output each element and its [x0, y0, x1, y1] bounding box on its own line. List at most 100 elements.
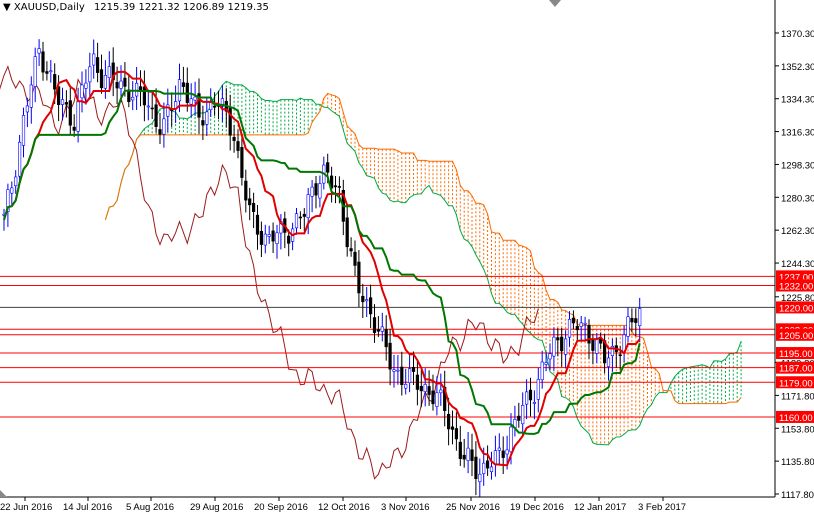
candle-body [119, 80, 123, 89]
x-tick-label: 29 Aug 2016 [190, 502, 243, 513]
candle-body [201, 120, 205, 126]
candle-body [298, 216, 303, 219]
candle-body [252, 202, 256, 212]
candle-body [263, 233, 267, 246]
candle-body [92, 53, 96, 66]
candle-body [505, 449, 509, 455]
candle-body [470, 449, 474, 461]
candle-body [88, 66, 92, 83]
candle-body [236, 141, 240, 151]
candle-body [575, 326, 579, 331]
level-price-label: 1232.00 [779, 281, 813, 292]
chart-window[interactable]: 1370.30 1352.30 1334.30 1316.30 1298.30 1280.… [0, 0, 814, 514]
y-tick-label: 1117.80 [781, 490, 814, 501]
candle-body [146, 105, 150, 108]
candle-body [177, 79, 182, 102]
candle-body [638, 308, 642, 327]
candle-body [372, 317, 377, 333]
ohlc-readout: 1215.39 1221.32 1206.89 1219.35 [93, 2, 269, 13]
candle-body [80, 84, 84, 99]
dropdown-arrow-icon[interactable]: ▼ [3, 2, 11, 13]
candle-body [540, 361, 544, 381]
level-price-label: 1195.00 [779, 349, 813, 360]
candle-body [318, 183, 322, 199]
candle-body [115, 82, 119, 89]
candle-body [68, 100, 72, 126]
y-tick-label: 1352.30 [781, 62, 814, 73]
x-tick-label: 25 Nov 2016 [446, 502, 500, 513]
candle-body [528, 389, 533, 401]
candle-body [626, 316, 630, 337]
candle-body [255, 214, 260, 235]
candle-body [158, 129, 162, 135]
candle-body [306, 194, 310, 218]
candle-body [388, 342, 392, 370]
candle-body [123, 77, 127, 87]
symbol-label: XAUUSD,Daily [13, 2, 85, 13]
candle-body [138, 86, 143, 91]
candle-body [606, 357, 611, 367]
candle-body [524, 391, 529, 405]
y-tick-label: 1316.30 [781, 128, 814, 139]
senkou-span-b-line [104, 92, 742, 405]
candle-body [595, 338, 599, 354]
candle-body [181, 82, 186, 87]
candle-body [302, 213, 306, 217]
level-price-label: 1205.00 [779, 331, 813, 342]
candle-body [244, 180, 248, 201]
candle-body [49, 70, 53, 73]
candle-body [400, 366, 404, 386]
candle-body [478, 473, 482, 483]
y-tick-label: 1153.80 [781, 424, 814, 435]
y-tick-label: 1171.80 [781, 391, 814, 402]
candle-body [345, 217, 349, 248]
candle-body [404, 383, 408, 389]
candle-body [583, 322, 587, 325]
candle-body [517, 415, 521, 421]
candle-body [482, 462, 486, 474]
candle-body [556, 337, 560, 341]
candle-body [384, 329, 388, 348]
candle-body [458, 441, 462, 459]
candle-body [396, 369, 400, 372]
candle-body [64, 102, 68, 105]
candle-body [275, 232, 279, 244]
candle-body [154, 104, 158, 127]
candle-body [103, 74, 107, 89]
candle-body [509, 426, 513, 453]
candle-body [435, 392, 439, 407]
candle-body [314, 183, 318, 196]
shift-marker-icon [549, 0, 561, 7]
y-tick-label: 1334.30 [781, 95, 814, 106]
candle-body [501, 450, 505, 458]
candle-body [536, 379, 540, 400]
candle-body [532, 401, 536, 404]
candle-body [76, 100, 80, 132]
x-tick-label: 19 Dec 2016 [510, 502, 564, 513]
candle-body [193, 96, 197, 101]
y-tick-label: 1135.80 [781, 457, 814, 468]
candle-body [365, 299, 369, 302]
candle-body [548, 353, 552, 360]
candle-body [462, 454, 466, 460]
candle-body [349, 248, 353, 252]
x-tick-label: 5 Aug 2016 [126, 502, 174, 513]
candle-body [14, 176, 18, 187]
level-price-label: 1220.00 [779, 303, 813, 314]
candle-body [96, 57, 100, 73]
y-tick-label: 1298.30 [781, 160, 814, 171]
candle-body [368, 297, 373, 315]
candle-body [213, 105, 217, 108]
candle-body [446, 413, 451, 430]
candle-body [411, 367, 416, 372]
candle-body [489, 466, 494, 473]
candle-body [630, 317, 634, 323]
candle-body [135, 82, 139, 97]
y-tick-label: 1370.30 [781, 29, 814, 40]
candle-body [29, 84, 33, 108]
candle-body [485, 460, 490, 469]
candle-body [248, 198, 252, 206]
candle-body [209, 102, 213, 111]
y-tick-label: 1262.30 [781, 226, 814, 237]
price-chart[interactable]: 1370.30 1352.30 1334.30 1316.30 1298.30 1280.… [0, 0, 814, 514]
